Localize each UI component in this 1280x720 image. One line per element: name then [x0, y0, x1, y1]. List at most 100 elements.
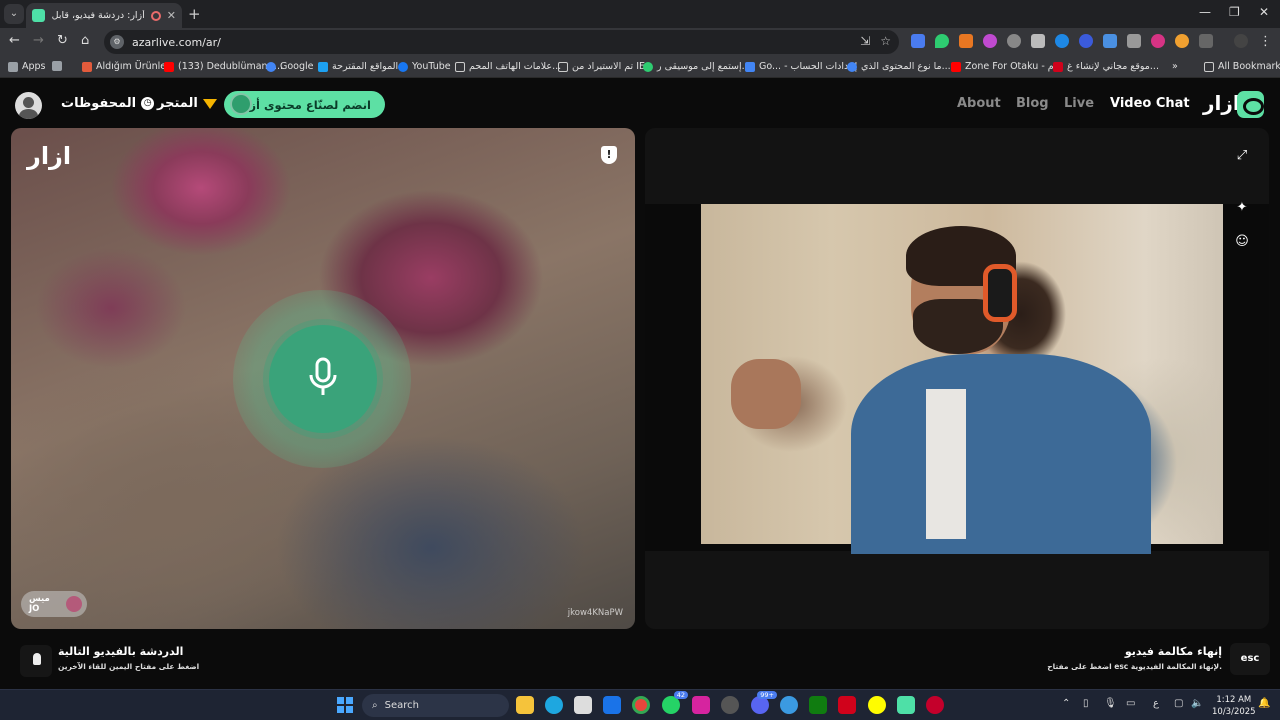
active-tab[interactable]: أزار: دردشة فيديو، قابل الأصد... ✕	[26, 3, 182, 28]
extension-purple-icon[interactable]	[983, 34, 997, 48]
creator-camera-icon	[230, 93, 252, 115]
bookmark-label: Aldığım Ürünler	[96, 61, 171, 72]
chrome-icon[interactable]	[632, 696, 650, 714]
extension-shield-icon[interactable]	[935, 34, 949, 48]
microphone-button[interactable]	[269, 325, 377, 433]
extension-audio-icon[interactable]	[1103, 34, 1117, 48]
end-call-esc-button[interactable]: esc	[1230, 643, 1270, 675]
bookmark-apps[interactable]: Apps	[8, 61, 46, 72]
expand-icon[interactable]: ⤢	[1234, 148, 1250, 164]
bookmark-item[interactable]: إستمع إلى موسيقى ر...	[643, 61, 751, 72]
bookmarks-overflow-icon[interactable]: »	[1172, 61, 1178, 72]
minimize-icon[interactable]: —	[1199, 5, 1211, 19]
media-player-icon[interactable]	[926, 696, 944, 714]
clock-time: 1:12 AM	[1216, 695, 1252, 705]
close-tab-icon[interactable]: ✕	[167, 9, 176, 22]
back-icon[interactable]: ←	[9, 33, 20, 48]
home-icon[interactable]: ⌂	[81, 33, 89, 48]
extensions-puzzle-icon[interactable]	[1199, 34, 1213, 48]
store-link[interactable]: المتجر	[157, 96, 217, 111]
restore-icon[interactable]: ❐	[1229, 5, 1240, 19]
site-info-icon[interactable]: ⚙	[110, 35, 124, 49]
extension-translate-icon[interactable]	[911, 34, 925, 48]
bookmark-item[interactable]: المواقع المقترحة	[318, 61, 398, 72]
edge-icon[interactable]	[545, 696, 563, 714]
next-chat-hint: اضغط على مفتاح اليمين للقاء الآخرين	[58, 662, 200, 671]
menu-kebab-icon[interactable]: ⋮	[1259, 34, 1272, 49]
face-filter-icon[interactable]: ☺	[1234, 234, 1250, 250]
instagram-icon[interactable]	[692, 696, 710, 714]
xbox-icon[interactable]	[809, 696, 827, 714]
bookmark-folder[interactable]: علامات الهاتف المحم...	[455, 61, 561, 72]
bookmark-label: المواقع المقترحة	[332, 61, 399, 72]
bookmark-folder[interactable]: تم الاستيراد من IE	[558, 61, 645, 72]
partner-chip[interactable]: ميس JO	[21, 591, 87, 617]
tray-network-icon[interactable]: ▢	[1174, 698, 1183, 709]
address-bar[interactable]: ⚙ azarlive.com/ar/ ⇲ ☆	[104, 30, 899, 54]
install-app-icon[interactable]: ⇲	[860, 34, 870, 48]
taskbar-clock[interactable]: 1:12 AM 10/3/2025	[1212, 694, 1256, 718]
bookmark-item[interactable]: Google	[266, 61, 314, 72]
extension-grammar-icon[interactable]	[1079, 34, 1093, 48]
bookmark-item[interactable]: ما نوع المحتوى الذي...	[847, 61, 951, 72]
notifications-icon[interactable]: 🔔	[1258, 698, 1270, 709]
nav-video-chat[interactable]: Video Chat	[1110, 96, 1190, 111]
discord-badge: 99+	[757, 691, 777, 699]
taskbar-search[interactable]: ⌕ Search	[362, 694, 509, 717]
tray-keyboard-icon[interactable]: ▭	[1126, 698, 1135, 709]
extension-yellow-icon[interactable]	[1175, 34, 1189, 48]
extension-blue-icon[interactable]	[1055, 34, 1069, 48]
bookmark-item[interactable]: Zone For Otaku - م...	[951, 61, 1063, 72]
forward-icon[interactable]: →	[33, 33, 44, 48]
user-avatar[interactable]	[15, 92, 42, 119]
azar-logo-text[interactable]: ازار	[1203, 91, 1240, 115]
snapchat-icon[interactable]	[868, 696, 886, 714]
tray-usb-icon[interactable]: ▯	[1083, 698, 1089, 709]
bookmark-item[interactable]: Go... - إعدادات الحساب	[745, 61, 857, 72]
extension-orange-icon[interactable]	[959, 34, 973, 48]
extension-glasses-icon[interactable]	[1007, 34, 1021, 48]
tray-volume-icon[interactable]: 🔈	[1191, 698, 1203, 709]
discord-icon[interactable]: 99+	[751, 691, 777, 714]
whatsapp-icon[interactable]: 42	[662, 691, 688, 714]
nav-about[interactable]: About	[957, 96, 1001, 111]
extension-pink-icon[interactable]	[1151, 34, 1165, 48]
close-window-icon[interactable]: ✕	[1259, 5, 1269, 19]
creator-promo-button[interactable]: انضم لصنّاع محتوى أزار	[224, 91, 385, 118]
azar-taskbar-icon[interactable]	[897, 696, 915, 714]
tab-search-icon[interactable]: ⌄	[4, 4, 24, 24]
bookmark-star-icon[interactable]: ☆	[880, 34, 891, 48]
bookmark-item[interactable]: YouTube	[398, 61, 451, 72]
tray-overflow-icon[interactable]: ⌃	[1062, 698, 1070, 709]
new-tab-icon[interactable]: +	[188, 5, 201, 23]
report-shield-icon[interactable]: !	[601, 146, 617, 164]
google-icon	[266, 61, 276, 72]
all-bookmarks[interactable]: All Bookmarks	[1204, 61, 1280, 72]
file-explorer-icon[interactable]	[516, 696, 534, 714]
bookmark-item[interactable]: Aldığım Ürünler	[82, 61, 170, 72]
nav-live[interactable]: Live	[1064, 96, 1094, 111]
extension-window-icon[interactable]	[1031, 34, 1045, 48]
app-red-icon[interactable]	[838, 696, 856, 714]
bookmark-label: Google	[280, 61, 314, 72]
saved-link[interactable]: المحفوظات ◷	[61, 96, 155, 111]
store-app-icon[interactable]	[574, 696, 592, 714]
tray-mic-icon[interactable]: 🎙	[1104, 698, 1117, 709]
apps-grid-icon	[8, 61, 18, 72]
bookmark-item[interactable]: موقع مجاني لإنشاء غ...	[1053, 61, 1159, 72]
next-chat-button[interactable]	[20, 645, 52, 677]
bookmark-grid[interactable]	[52, 61, 62, 71]
messenger-icon[interactable]	[780, 696, 798, 714]
nav-blog[interactable]: Blog	[1016, 96, 1049, 111]
outlook-icon[interactable]	[603, 696, 621, 714]
clock-date: 10/3/2025	[1212, 707, 1256, 717]
reload-icon[interactable]: ↻	[57, 33, 68, 48]
extension-camera-icon[interactable]	[1127, 34, 1141, 48]
partner-country: JO	[29, 604, 40, 614]
effects-sparkle-icon[interactable]: ✦	[1234, 200, 1250, 216]
maps-icon[interactable]	[721, 696, 739, 714]
azar-logo-icon[interactable]	[1237, 91, 1264, 118]
tray-language[interactable]: ع	[1153, 698, 1159, 709]
start-windows-icon[interactable]	[337, 697, 353, 713]
profile-icon[interactable]	[1234, 34, 1248, 48]
